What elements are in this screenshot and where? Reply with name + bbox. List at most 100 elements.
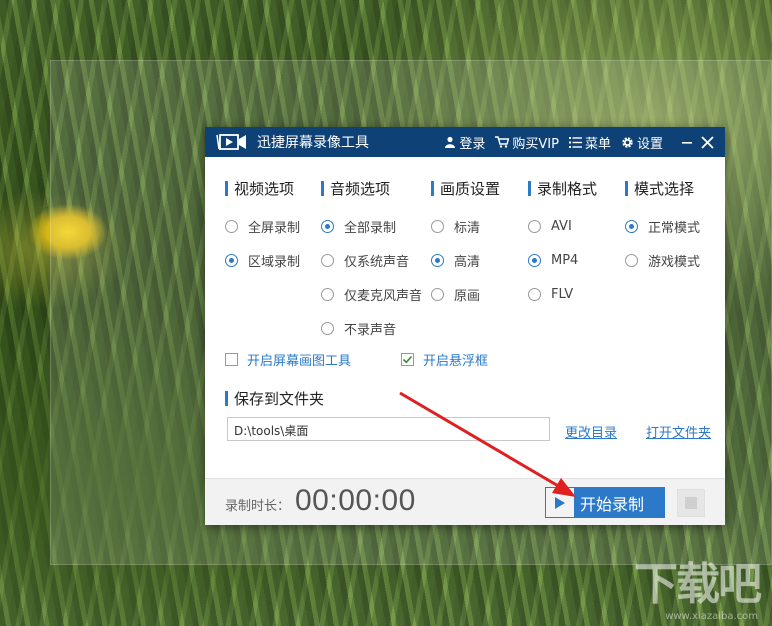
radio-format-avi[interactable]: AVI xyxy=(528,209,597,243)
checkbox-icon xyxy=(225,353,238,366)
option-label: 游戏模式 xyxy=(648,254,701,270)
quality-options-group: 画质设置 标清 高清 原画 xyxy=(431,179,500,311)
settings-button[interactable]: 设置 xyxy=(621,133,663,152)
option-label: 仅麦克风声音 xyxy=(344,288,423,304)
cart-icon xyxy=(495,136,510,148)
duration-label: 录制时长： xyxy=(225,499,291,514)
close-icon xyxy=(700,135,714,149)
radio-icon xyxy=(528,219,541,233)
section-marker xyxy=(625,180,628,196)
option-label: AVI xyxy=(551,218,572,234)
feature-toggles: 开启屏幕画图工具 开启悬浮框 xyxy=(225,350,488,369)
option-label: 全部录制 xyxy=(344,220,397,236)
option-label: 高清 xyxy=(454,254,481,270)
audio-options-title: 音频选项 xyxy=(330,179,391,198)
stop-button[interactable] xyxy=(677,489,705,517)
watermark-logo: 下载吧 xyxy=(634,559,762,610)
section-marker xyxy=(225,180,228,196)
settings-label: 设置 xyxy=(636,136,663,152)
radio-format-mp4[interactable]: MP4 xyxy=(528,243,597,277)
draw-tool-label: 开启屏幕画图工具 xyxy=(247,354,352,369)
option-label: 不录声音 xyxy=(344,322,397,338)
option-label: 标清 xyxy=(454,220,481,236)
save-folder-heading: 保存到文件夹 xyxy=(225,389,325,408)
title-bar: 迅捷屏幕录像工具 登录 购买VIP 菜单 设置 xyxy=(205,127,725,157)
option-label: 原画 xyxy=(454,288,481,304)
radio-icon xyxy=(431,219,444,233)
menu-icon xyxy=(568,136,582,148)
radio-icon xyxy=(225,219,238,233)
radio-icon xyxy=(431,287,444,301)
change-directory-link[interactable]: 更改目录 xyxy=(565,422,617,441)
radio-selected-icon xyxy=(625,219,638,233)
radio-audio-mic[interactable]: 仅麦克风声音 xyxy=(321,277,422,311)
format-options-group: 录制格式 AVI MP4 FLV xyxy=(528,179,597,311)
duration-timer: 00:00:00 xyxy=(295,484,416,517)
mode-options-title: 模式选择 xyxy=(634,179,695,198)
radio-icon xyxy=(321,287,334,301)
gear-icon xyxy=(622,136,633,148)
radio-mode-game[interactable]: 游戏模式 xyxy=(625,243,700,277)
radio-quality-hd[interactable]: 高清 xyxy=(431,243,500,277)
start-recording-button[interactable]: 开始录制 xyxy=(545,487,665,518)
buy-vip-button[interactable]: 购买VIP xyxy=(495,133,559,152)
radio-selected-icon xyxy=(528,253,541,267)
option-label: MP4 xyxy=(551,252,579,268)
checkbox-draw-tool[interactable]: 开启屏幕画图工具 xyxy=(225,350,401,369)
radio-selected-icon xyxy=(431,253,444,267)
recording-footer: 录制时长： 00:00:00 开始录制 xyxy=(205,478,725,525)
radio-quality-original[interactable]: 原画 xyxy=(431,277,500,311)
radio-icon xyxy=(528,287,541,301)
quality-options-title: 画质设置 xyxy=(440,179,501,198)
option-label: 全屏录制 xyxy=(248,220,301,236)
option-label: 正常模式 xyxy=(648,220,701,236)
login-button[interactable]: 登录 xyxy=(444,133,485,152)
radio-mode-normal[interactable]: 正常模式 xyxy=(625,209,700,243)
camera-logo-icon xyxy=(215,131,249,153)
radio-selected-icon xyxy=(225,253,238,267)
radio-quality-sd[interactable]: 标清 xyxy=(431,209,500,243)
radio-audio-system[interactable]: 仅系统声音 xyxy=(321,243,422,277)
stop-icon xyxy=(685,497,697,509)
login-label: 登录 xyxy=(459,136,486,152)
section-marker xyxy=(321,180,324,196)
video-options-title: 视频选项 xyxy=(234,179,295,198)
audio-options-group: 音频选项 全部录制 仅系统声音 仅麦克风声音 不录声音 xyxy=(321,179,422,345)
user-icon xyxy=(445,136,456,148)
option-label: 仅系统声音 xyxy=(344,254,410,270)
save-path-field[interactable]: D:\tools\桌面 xyxy=(227,417,550,441)
option-label: FLV xyxy=(551,286,574,302)
screen-recorder-window: 迅捷屏幕录像工具 登录 购买VIP 菜单 设置 视频选项 全屏录制 区域录制 音… xyxy=(205,127,725,525)
option-label: 区域录制 xyxy=(248,254,301,270)
close-button[interactable] xyxy=(697,132,717,152)
menu-label: 菜单 xyxy=(584,136,611,152)
buy-vip-label: 购买VIP xyxy=(512,136,559,152)
watermark-url: www.xiazaiba.com xyxy=(665,611,758,622)
play-icon xyxy=(545,487,575,518)
section-marker xyxy=(528,180,531,196)
radio-audio-all[interactable]: 全部录制 xyxy=(321,209,422,243)
float-box-label: 开启悬浮框 xyxy=(423,354,489,369)
section-marker xyxy=(431,180,434,196)
radio-format-flv[interactable]: FLV xyxy=(528,277,597,311)
checkbox-checked-icon xyxy=(401,353,414,366)
open-folder-link[interactable]: 打开文件夹 xyxy=(646,422,711,441)
checkbox-float-box[interactable]: 开启悬浮框 xyxy=(401,350,488,369)
radio-selected-icon xyxy=(321,219,334,233)
radio-icon xyxy=(321,253,334,267)
minimize-button[interactable] xyxy=(677,132,697,152)
radio-fullscreen-record[interactable]: 全屏录制 xyxy=(225,209,300,243)
minimize-icon xyxy=(682,142,692,144)
app-title: 迅捷屏幕录像工具 xyxy=(257,135,369,151)
radio-icon xyxy=(321,321,334,335)
section-marker xyxy=(225,390,228,406)
save-folder-title: 保存到文件夹 xyxy=(234,389,325,408)
mode-options-group: 模式选择 正常模式 游戏模式 xyxy=(625,179,700,277)
start-recording-label: 开始录制 xyxy=(580,494,645,514)
menu-button[interactable]: 菜单 xyxy=(568,133,611,152)
format-options-title: 录制格式 xyxy=(537,179,598,198)
video-options-group: 视频选项 全屏录制 区域录制 xyxy=(225,179,300,277)
radio-icon xyxy=(625,253,638,267)
radio-region-record[interactable]: 区域录制 xyxy=(225,243,300,277)
radio-audio-none[interactable]: 不录声音 xyxy=(321,311,422,345)
